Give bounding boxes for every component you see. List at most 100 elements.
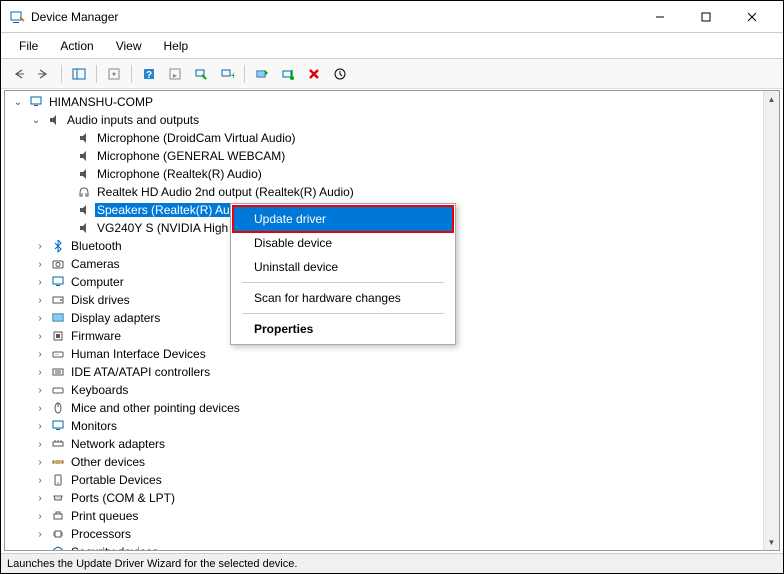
tree-category[interactable]: ›Network adapters bbox=[7, 435, 777, 453]
chevron-right-icon[interactable]: › bbox=[33, 241, 47, 252]
tree-category[interactable]: ›Ports (COM & LPT) bbox=[7, 489, 777, 507]
tree-category[interactable]: ›Monitors bbox=[7, 417, 777, 435]
chevron-right-icon[interactable]: › bbox=[33, 313, 47, 324]
category-icon bbox=[50, 274, 66, 290]
tree-category[interactable]: ›Processors bbox=[7, 525, 777, 543]
category-icon bbox=[50, 364, 66, 380]
tree-category[interactable]: ›Mice and other pointing devices bbox=[7, 399, 777, 417]
chevron-right-icon[interactable]: › bbox=[33, 367, 47, 378]
speaker-icon bbox=[76, 220, 92, 236]
disable-device-button[interactable] bbox=[277, 63, 299, 85]
device-manager-icon bbox=[9, 9, 25, 25]
statusbar: Launches the Update Driver Wizard for th… bbox=[1, 553, 783, 573]
menu-file[interactable]: File bbox=[9, 36, 48, 56]
minimize-button[interactable] bbox=[637, 2, 683, 32]
chevron-right-icon[interactable]: › bbox=[33, 493, 47, 504]
speaker-icon bbox=[46, 112, 62, 128]
window-title: Device Manager bbox=[31, 10, 637, 24]
category-icon bbox=[50, 328, 66, 344]
category-icon bbox=[50, 490, 66, 506]
help-button[interactable]: ? bbox=[138, 63, 160, 85]
svg-text:▸: ▸ bbox=[173, 71, 177, 80]
category-icon bbox=[50, 508, 66, 524]
forward-button[interactable] bbox=[33, 63, 55, 85]
update-driver-button[interactable] bbox=[251, 63, 273, 85]
uninstall-device-button[interactable] bbox=[303, 63, 325, 85]
chevron-right-icon[interactable]: › bbox=[33, 385, 47, 396]
tree-category-audio[interactable]: ⌄ Audio inputs and outputs bbox=[7, 111, 777, 129]
speaker-icon bbox=[76, 148, 92, 164]
category-icon bbox=[50, 454, 66, 470]
tree-category[interactable]: ›Print queues bbox=[7, 507, 777, 525]
chevron-right-icon[interactable]: › bbox=[33, 421, 47, 432]
svg-text:?: ? bbox=[146, 70, 152, 81]
headphones-icon bbox=[76, 184, 92, 200]
chevron-right-icon[interactable]: › bbox=[33, 439, 47, 450]
svg-text:+: + bbox=[231, 71, 234, 81]
chevron-down-icon[interactable]: ⌄ bbox=[29, 115, 43, 126]
category-icon bbox=[50, 256, 66, 272]
chevron-right-icon[interactable]: › bbox=[33, 331, 47, 342]
add-legacy-button[interactable]: + bbox=[216, 63, 238, 85]
show-hide-tree-button[interactable] bbox=[68, 63, 90, 85]
context-properties[interactable]: Properties bbox=[234, 317, 452, 341]
menubar: File Action View Help bbox=[1, 33, 783, 59]
category-icon bbox=[50, 526, 66, 542]
speaker-icon bbox=[76, 130, 92, 146]
category-icon bbox=[50, 310, 66, 326]
vertical-scrollbar[interactable]: ▲ ▼ bbox=[763, 91, 779, 550]
category-icon bbox=[50, 544, 66, 551]
category-icon bbox=[50, 238, 66, 254]
tree-device[interactable]: · Realtek HD Audio 2nd output (Realtek(R… bbox=[7, 183, 777, 201]
menu-action[interactable]: Action bbox=[50, 36, 103, 56]
computer-icon bbox=[28, 94, 44, 110]
category-icon bbox=[50, 346, 66, 362]
close-button[interactable] bbox=[729, 2, 775, 32]
context-menu: Update driver Disable device Uninstall d… bbox=[230, 203, 456, 345]
scroll-up-icon[interactable]: ▲ bbox=[764, 91, 779, 107]
chevron-right-icon[interactable]: › bbox=[33, 529, 47, 540]
chevron-right-icon[interactable]: › bbox=[33, 295, 47, 306]
chevron-right-icon[interactable]: › bbox=[33, 349, 47, 360]
maximize-button[interactable] bbox=[683, 2, 729, 32]
scan-hardware-button[interactable] bbox=[190, 63, 212, 85]
context-uninstall-device[interactable]: Uninstall device bbox=[234, 255, 452, 279]
category-icon bbox=[50, 472, 66, 488]
tree-device[interactable]: · Microphone (Realtek(R) Audio) bbox=[7, 165, 777, 183]
back-button[interactable] bbox=[7, 63, 29, 85]
tree-root[interactable]: ⌄ HIMANSHU-COMP bbox=[7, 93, 777, 111]
chevron-right-icon[interactable]: › bbox=[33, 277, 47, 288]
chevron-right-icon[interactable]: › bbox=[33, 547, 47, 552]
chevron-right-icon[interactable]: › bbox=[33, 403, 47, 414]
chevron-right-icon[interactable]: › bbox=[33, 475, 47, 486]
chevron-down-icon[interactable]: ⌄ bbox=[11, 97, 25, 108]
category-icon bbox=[50, 292, 66, 308]
speaker-icon bbox=[76, 202, 92, 218]
category-icon bbox=[50, 400, 66, 416]
category-icon bbox=[50, 382, 66, 398]
tree-device[interactable]: · Microphone (GENERAL WEBCAM) bbox=[7, 147, 777, 165]
chevron-right-icon[interactable]: › bbox=[33, 259, 47, 270]
tree-category[interactable]: ›Human Interface Devices bbox=[7, 345, 777, 363]
tree-category[interactable]: ›Other devices bbox=[7, 453, 777, 471]
tree-device[interactable]: · Microphone (DroidCam Virtual Audio) bbox=[7, 129, 777, 147]
menu-help[interactable]: Help bbox=[154, 36, 199, 56]
tree-category[interactable]: ›Portable Devices bbox=[7, 471, 777, 489]
menu-view[interactable]: View bbox=[106, 36, 152, 56]
status-text: Launches the Update Driver Wizard for th… bbox=[7, 558, 297, 570]
tree-category[interactable]: ›Security devices bbox=[7, 543, 777, 551]
scroll-down-icon[interactable]: ▼ bbox=[764, 534, 779, 550]
scan-changes-button[interactable] bbox=[329, 63, 351, 85]
speaker-icon bbox=[76, 166, 92, 182]
chevron-right-icon[interactable]: › bbox=[33, 457, 47, 468]
category-icon bbox=[50, 418, 66, 434]
context-scan-hardware[interactable]: Scan for hardware changes bbox=[234, 286, 452, 310]
chevron-right-icon[interactable]: › bbox=[33, 511, 47, 522]
tree-category[interactable]: ›Keyboards bbox=[7, 381, 777, 399]
context-disable-device[interactable]: Disable device bbox=[234, 231, 452, 255]
category-icon bbox=[50, 436, 66, 452]
tree-category[interactable]: ›IDE ATA/ATAPI controllers bbox=[7, 363, 777, 381]
context-update-driver[interactable]: Update driver bbox=[234, 207, 452, 231]
action-button[interactable]: ▸ bbox=[164, 63, 186, 85]
properties-button[interactable] bbox=[103, 63, 125, 85]
